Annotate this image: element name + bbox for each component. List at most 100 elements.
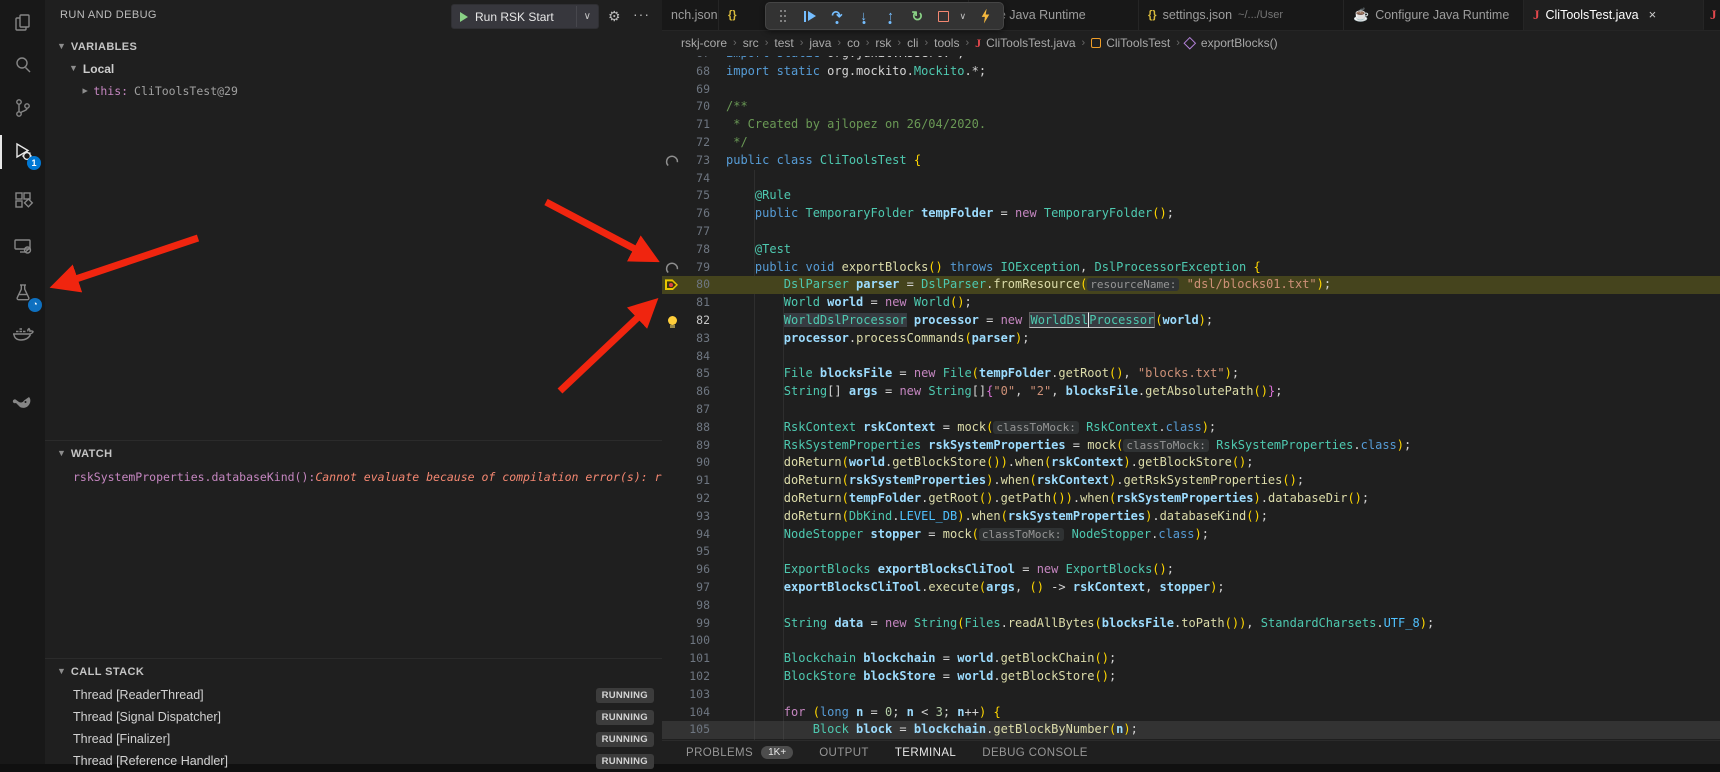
code-line-70[interactable]: 70/** xyxy=(662,98,1720,116)
glyph-margin[interactable] xyxy=(665,688,685,702)
glyph-margin[interactable] xyxy=(665,492,685,506)
glyph-margin[interactable] xyxy=(665,225,685,239)
glyph-margin[interactable] xyxy=(665,65,685,79)
code-line-88[interactable]: 88RskContext rskContext = mock(classToMo… xyxy=(662,419,1720,437)
breadcrumb-rsk[interactable]: rsk xyxy=(875,36,891,50)
code-line-72[interactable]: 72 */ xyxy=(662,134,1720,152)
code-line-82[interactable]: 82WorldDslProcessor processor = new Worl… xyxy=(662,312,1720,330)
code-line-100[interactable]: 100 xyxy=(662,632,1720,650)
tab-nch-json[interactable]: nch.json xyxy=(662,0,719,30)
extensions-icon[interactable] xyxy=(0,179,45,221)
variables-section-header[interactable]: ▼ VARIABLES xyxy=(45,36,662,58)
code-line-71[interactable]: 71 * Created by ajlopez on 26/04/2020. xyxy=(662,116,1720,134)
code-line-76[interactable]: 76public TemporaryFolder tempFolder = ne… xyxy=(662,205,1720,223)
step-out-button[interactable]: ↑ xyxy=(879,5,901,27)
panel-tab-problems[interactable]: PROBLEMS1K+ xyxy=(686,746,793,759)
glyph-margin[interactable] xyxy=(665,278,685,292)
glyph-margin[interactable] xyxy=(665,510,685,524)
glyph-margin[interactable] xyxy=(665,723,685,737)
glyph-margin[interactable] xyxy=(665,118,685,132)
stop-chevron-icon[interactable]: ∨ xyxy=(960,5,970,27)
breadcrumb-tools[interactable]: tools xyxy=(934,36,959,50)
glyph-margin[interactable] xyxy=(665,314,685,328)
call-stack-thread[interactable]: Thread [Reference Handler]RUNNING xyxy=(45,750,662,772)
breadcrumb-cli[interactable]: cli xyxy=(907,36,918,50)
breadcrumb-test[interactable]: test xyxy=(774,36,793,50)
breadcrumb-java[interactable]: java xyxy=(809,36,831,50)
code-line-99[interactable]: 99String data = new String(Files.readAll… xyxy=(662,615,1720,633)
glyph-margin[interactable] xyxy=(665,385,685,399)
testing-flask-icon[interactable]: ◔ xyxy=(0,272,45,314)
panel-tab-terminal[interactable]: TERMINAL xyxy=(895,747,956,759)
call-stack-thread[interactable]: Thread [Signal Dispatcher]RUNNING xyxy=(45,706,662,728)
glyph-margin[interactable] xyxy=(665,403,685,417)
tab-configure-java-runtime[interactable]: ☕Configure Java Runtime xyxy=(1344,0,1524,30)
tab-settings-json[interactable]: {}settings.json~/.../User xyxy=(1139,0,1344,30)
glyph-margin[interactable] xyxy=(665,136,685,150)
glyph-margin[interactable] xyxy=(665,652,685,666)
watch-section-header[interactable]: ▼ WATCH xyxy=(45,443,662,465)
code-line-94[interactable]: 94NodeStopper stopper = mock(classToMock… xyxy=(662,526,1720,544)
glyph-margin[interactable] xyxy=(665,545,685,559)
glyph-margin[interactable] xyxy=(665,367,685,381)
code-editor[interactable]: 67import static org.junit.Assert.*;68imp… xyxy=(662,0,1720,740)
source-control-icon[interactable] xyxy=(0,87,45,129)
gradle-icon[interactable] xyxy=(0,380,45,422)
code-line-83[interactable]: 83processor.processCommands(parser); xyxy=(662,330,1720,348)
glyph-margin[interactable] xyxy=(665,332,685,346)
stop-button[interactable] xyxy=(933,5,955,27)
glyph-margin[interactable] xyxy=(665,456,685,470)
restart-button[interactable]: ↻ xyxy=(906,5,928,27)
breadcrumb-rskj-core[interactable]: rskj-core xyxy=(681,36,727,50)
code-line-97[interactable]: 97exportBlocksCliTool.execute(args, () -… xyxy=(662,579,1720,597)
code-line-80[interactable]: 80DslParser parser = DslParser.fromResou… xyxy=(662,276,1720,294)
glyph-margin[interactable] xyxy=(665,243,685,257)
breadcrumb-class[interactable]: CliToolsTest xyxy=(1091,36,1170,50)
code-line-89[interactable]: 89RskSystemProperties rskSystemPropertie… xyxy=(662,437,1720,455)
code-line-77[interactable]: 77 xyxy=(662,223,1720,241)
code-line-79[interactable]: 79public void exportBlocks() throws IOEx… xyxy=(662,259,1720,277)
run-and-debug-icon[interactable]: 1 xyxy=(0,131,45,173)
step-over-button[interactable]: ↷ xyxy=(826,5,848,27)
code-line-96[interactable]: 96ExportBlocks exportBlocksCliTool = new… xyxy=(662,561,1720,579)
glyph-margin[interactable] xyxy=(665,670,685,684)
docker-icon[interactable] xyxy=(0,312,45,354)
glyph-margin[interactable] xyxy=(665,599,685,613)
tab-fragment[interactable]: J xyxy=(1704,0,1720,30)
glyph-margin[interactable] xyxy=(665,581,685,595)
breadcrumb-src[interactable]: src xyxy=(743,36,759,50)
remote-explorer-icon[interactable] xyxy=(0,225,45,267)
tab-clitoolstest-java[interactable]: JCliToolsTest.java× xyxy=(1524,0,1704,30)
continue-button[interactable] xyxy=(799,5,821,27)
code-line-104[interactable]: 104for (long n = 0; n < 3; n++) { xyxy=(662,704,1720,722)
call-stack-thread[interactable]: Thread [Finalizer]RUNNING xyxy=(45,728,662,750)
glyph-margin[interactable] xyxy=(665,474,685,488)
run-configuration-dropdown[interactable]: Run RSK Start ∨ xyxy=(451,4,599,29)
chevron-down-icon[interactable]: ∨ xyxy=(576,6,598,27)
glyph-margin[interactable] xyxy=(665,100,685,114)
glyph-margin[interactable] xyxy=(665,617,685,631)
step-into-button[interactable]: ↓ xyxy=(853,5,875,27)
glyph-margin[interactable] xyxy=(665,207,685,221)
variables-scope-local[interactable]: ▼ Local xyxy=(45,58,662,80)
glyph-margin[interactable] xyxy=(665,172,685,186)
code-line-84[interactable]: 84 xyxy=(662,348,1720,366)
code-line-87[interactable]: 87 xyxy=(662,401,1720,419)
code-line-68[interactable]: 68import static org.mockito.Mockito.*; xyxy=(662,63,1720,81)
code-line-90[interactable]: 90doReturn(world.getBlockStore()).when(r… xyxy=(662,454,1720,472)
glyph-margin[interactable] xyxy=(665,154,685,168)
toolbar-drag-handle[interactable] xyxy=(772,5,794,27)
code-line-81[interactable]: 81World world = new World(); xyxy=(662,294,1720,312)
code-line-98[interactable]: 98 xyxy=(662,597,1720,615)
code-line-73[interactable]: 73public class CliToolsTest { xyxy=(662,152,1720,170)
glyph-margin[interactable] xyxy=(665,296,685,310)
more-actions-icon[interactable]: ··· xyxy=(633,6,650,22)
code-line-95[interactable]: 95 xyxy=(662,543,1720,561)
breadcrumb-method[interactable]: exportBlocks() xyxy=(1186,36,1278,50)
breadcrumb-file[interactable]: JCliToolsTest.java xyxy=(975,36,1075,51)
code-line-69[interactable]: 69 xyxy=(662,81,1720,99)
search-icon[interactable] xyxy=(0,44,45,86)
code-line-102[interactable]: 102BlockStore blockStore = world.getBloc… xyxy=(662,668,1720,686)
code-line-78[interactable]: 78@Test xyxy=(662,241,1720,259)
code-line-93[interactable]: 93doReturn(DbKind.LEVEL_DB).when(rskSyst… xyxy=(662,508,1720,526)
